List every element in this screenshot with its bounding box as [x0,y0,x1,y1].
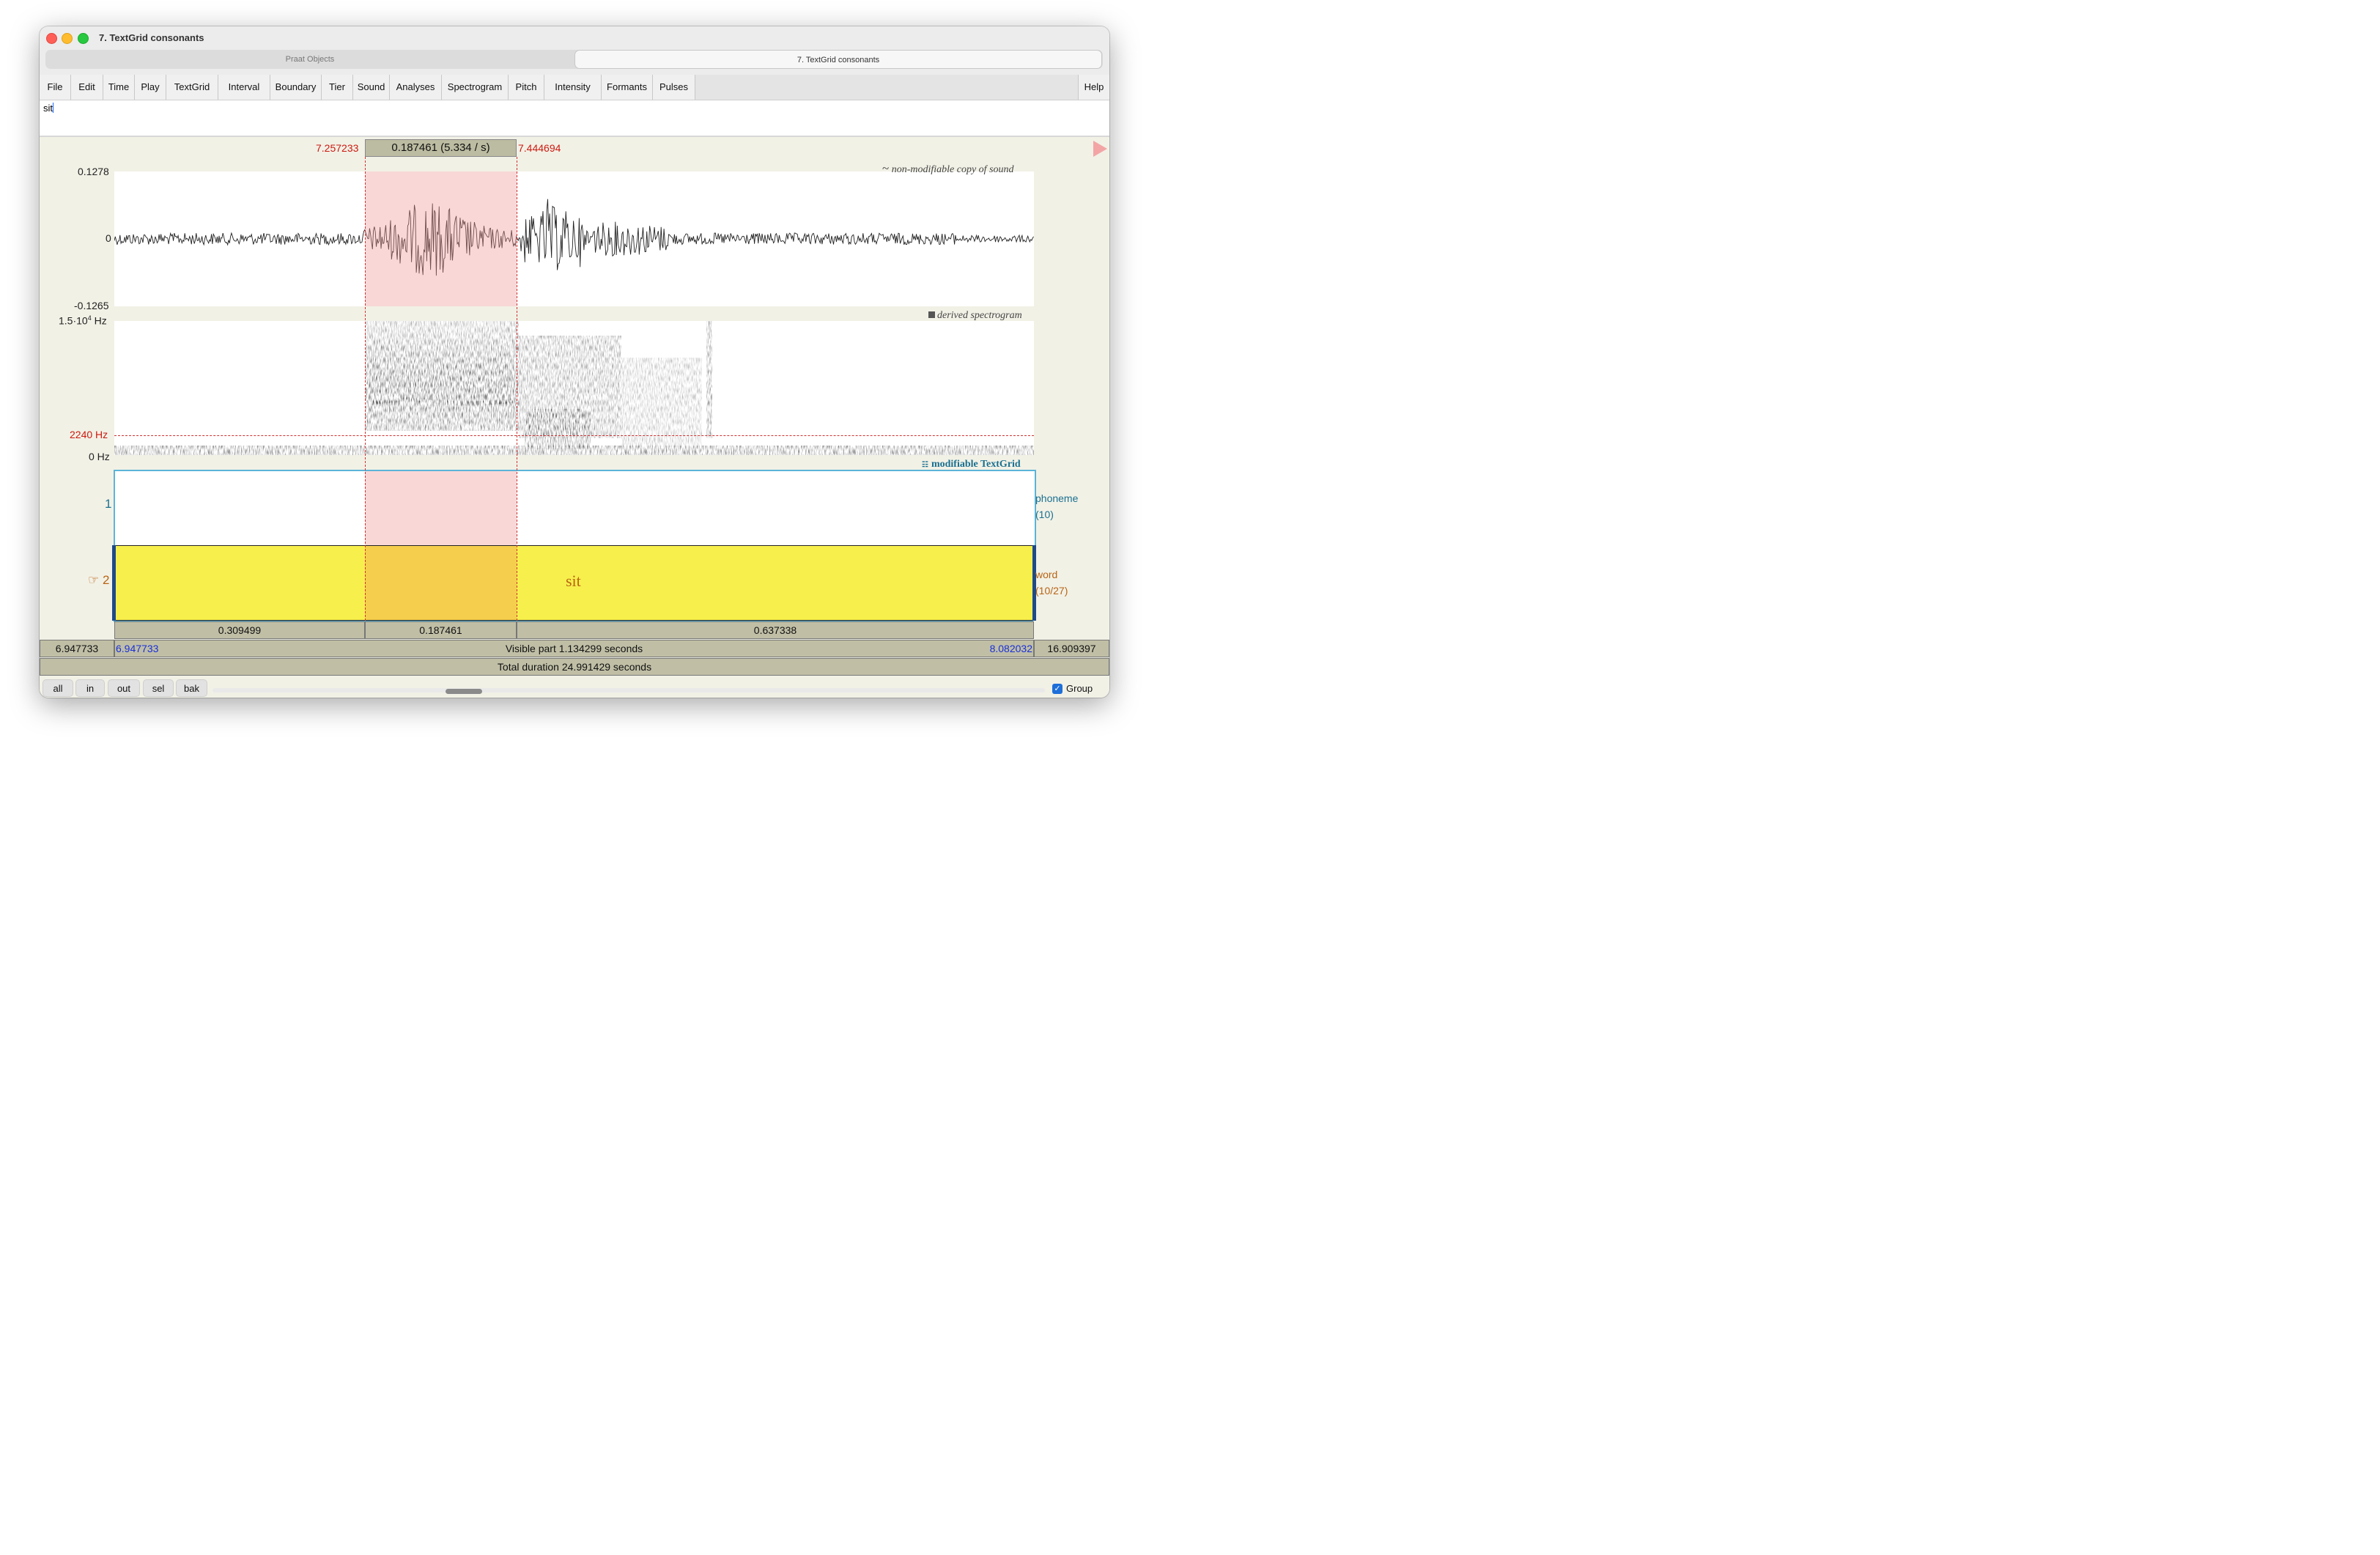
menu-boundary[interactable]: Boundary [270,75,322,100]
menu-file[interactable]: File [40,75,71,100]
textgrid-editor-window: 7. TextGrid consonants Praat Objects 7. … [40,26,1109,698]
tier-phoneme[interactable] [114,470,1036,547]
waveform-trace [114,199,1034,276]
selection-duration-box[interactable]: 0.187461 (5.334 / s) [365,139,517,157]
interval-label-sit[interactable]: sit [566,572,581,591]
pointing-hand-icon: ☞ [88,573,100,587]
textgrid-title: ☷ modifiable TextGrid [922,459,1021,470]
visible-start-time: 6.947733 [116,643,159,654]
title-bar: 7. TextGrid consonants Praat Objects 7. … [40,26,1109,75]
zoom-window-button[interactable] [78,33,89,44]
selection-start-label: 7.257233 [316,142,359,154]
left-outside-duration[interactable]: 6.947733 [40,640,114,657]
menu-help[interactable]: Help [1078,75,1109,100]
right-outside-duration[interactable]: 16.909397 [1034,640,1109,657]
tab-textgrid-consonants[interactable]: 7. TextGrid consonants [574,50,1102,69]
interval-text-value: sit [43,103,53,114]
waveform-ymin-label: -0.1265 [74,300,109,311]
spectrogram-bottom-label: 0 Hz [89,451,110,462]
textgrid-tiers-icon: ☷ [922,461,928,469]
visible-part-bar[interactable]: 6.947733 Visible part 1.134299 seconds 8… [114,640,1034,657]
sound-wave-icon: ~ [882,161,890,175]
zoom-selection-button[interactable]: sel [143,679,174,697]
menu-formants[interactable]: Formants [602,75,653,100]
selection-highlight-tier1 [365,471,517,545]
menu-bar: File Edit Time Play TextGrid Interval Bo… [40,75,1109,100]
tier-2-count: (10/27) [1035,585,1068,596]
interval-duration-right[interactable]: 0.637338 [517,621,1034,639]
spectrogram-square-icon [928,311,935,318]
spectrogram-cursor-freq-label: 2240 Hz [70,429,108,440]
minimize-window-button[interactable] [62,33,73,44]
waveform-panel[interactable] [114,171,1034,306]
menu-sound[interactable]: Sound [353,75,390,100]
spectrogram-energy-region [114,446,1034,455]
spectrogram-energy-region [525,409,591,449]
menu-time[interactable]: Time [103,75,135,100]
tab-bar: Praat Objects 7. TextGrid consonants [45,50,1103,69]
menu-pitch[interactable]: Pitch [509,75,544,100]
spectrogram-energy-region [365,321,519,431]
menu-edit[interactable]: Edit [71,75,103,100]
selection-start-line [365,157,366,621]
selection-highlight-waveform [365,171,517,306]
horizontal-scrollbar-track[interactable] [212,688,1045,692]
tier-2-name: word [1035,569,1058,580]
total-duration-bar[interactable]: Total duration 24.991429 seconds [40,658,1109,676]
group-label: Group [1066,683,1093,694]
tier-1-count: (10) [1035,509,1054,520]
selected-interval[interactable] [365,546,517,620]
menu-textgrid[interactable]: TextGrid [166,75,218,100]
menu-interval[interactable]: Interval [218,75,270,100]
zoom-in-button[interactable]: in [75,679,105,697]
tier-2-left-edge [112,545,116,621]
spectrogram-title: derived spectrogram [928,310,1022,322]
menu-intensity[interactable]: Intensity [544,75,602,100]
group-checkbox[interactable]: ✓ [1052,684,1062,694]
visible-end-time: 8.082032 [989,643,1032,654]
tab-praat-objects[interactable]: Praat Objects [45,50,574,69]
menu-analyses[interactable]: Analyses [390,75,442,100]
spectrogram-energy-region [621,358,702,446]
menu-play[interactable]: Play [135,75,166,100]
editor-canvas[interactable]: 7.257233 0.187461 (5.334 / s) 7.444694 0… [40,137,1109,698]
interval-text-field[interactable]: sit [40,100,1109,137]
tier-1-name: phoneme [1035,492,1079,504]
waveform-svg [114,199,1034,276]
tier-1-number: 1 [105,497,112,511]
horizontal-scrollbar-thumb[interactable] [446,689,482,694]
window-title: 7. TextGrid consonants [99,32,204,43]
close-window-button[interactable] [46,33,57,44]
tier-2-number: ☞ 2 [88,573,110,587]
spectrogram-cursor-line [114,435,1034,436]
selection-end-label: 7.444694 [518,142,561,154]
menu-spectrogram[interactable]: Spectrogram [442,75,509,100]
visible-part-label: Visible part 1.134299 seconds [505,643,643,654]
interval-duration-selected[interactable]: 0.187461 [365,621,517,639]
spectrogram-energy-region [706,321,712,438]
zoom-all-button[interactable]: all [42,679,73,697]
waveform-ymax-label: 0.1278 [78,166,109,177]
zoom-out-button[interactable]: out [108,679,140,697]
menu-tier[interactable]: Tier [322,75,353,100]
waveform-zero-label: 0 [106,232,111,244]
interval-duration-left[interactable]: 0.309499 [114,621,365,639]
play-window-icon[interactable] [1093,141,1107,157]
menu-pulses[interactable]: Pulses [653,75,695,100]
spectrogram-top-label: 1.5·104 Hz [59,314,107,327]
waveform-title: ~ non-modifiable copy of sound [882,161,1014,175]
zoom-back-button[interactable]: bak [176,679,207,697]
